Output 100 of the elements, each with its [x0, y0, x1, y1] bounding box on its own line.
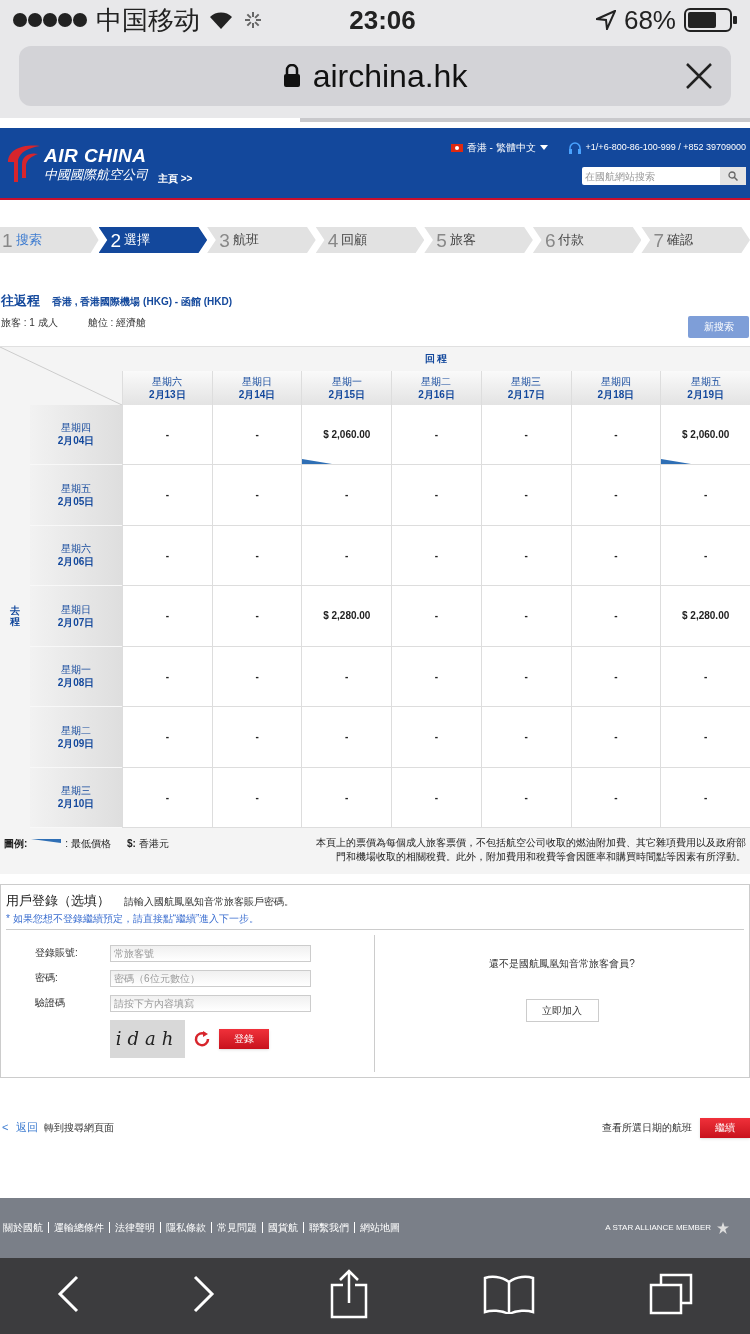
fare-cell[interactable]: -: [391, 465, 481, 526]
outbound-date-header: 星期日 2月07日: [30, 586, 122, 647]
fare-cell[interactable]: -: [301, 525, 392, 586]
footer-link[interactable]: 聯繫我們: [303, 1222, 349, 1233]
forward-icon[interactable]: [193, 1274, 215, 1313]
fare-cell[interactable]: -: [570, 525, 661, 586]
fare-cell[interactable]: -: [211, 586, 302, 647]
input-field[interactable]: 請按下方內容填寫: [110, 994, 311, 1012]
search-icon[interactable]: [728, 171, 738, 181]
fare-cell[interactable]: -: [391, 767, 481, 828]
close-icon[interactable]: [685, 62, 713, 90]
return-date-header: 星期二 2月16日: [391, 370, 481, 405]
fare-cell[interactable]: -: [391, 707, 481, 768]
login-button[interactable]: 登錄: [219, 1028, 269, 1049]
fare-cell[interactable]: -: [122, 465, 212, 526]
share-icon[interactable]: [329, 1268, 369, 1319]
continue-button[interactable]: 繼續: [700, 1117, 750, 1138]
fare-cell[interactable]: -: [301, 646, 392, 707]
login-hint: 請輸入國航鳳凰知音常旅客賬戶密碼。: [124, 895, 294, 909]
step-tab[interactable]: 3 航班: [207, 227, 316, 253]
step-tab[interactable]: 4 回顧: [315, 227, 425, 253]
back-icon[interactable]: [57, 1274, 79, 1313]
language-selector[interactable]: 香港 - 繁體中文: [450, 140, 548, 155]
footer-link[interactable]: 網站地圖: [354, 1222, 400, 1233]
fare-cell[interactable]: -: [211, 707, 302, 768]
fare-cell[interactable]: -: [391, 586, 481, 647]
fare-cell[interactable]: $ 2,280.00: [301, 586, 392, 647]
wifi-icon: [208, 10, 234, 30]
fare-cell[interactable]: -: [301, 465, 392, 526]
join-button[interactable]: 立即加入: [525, 998, 599, 1022]
fare-cell[interactable]: -: [570, 465, 661, 526]
footer-link[interactable]: 關於國航: [3, 1222, 43, 1233]
fare-cell[interactable]: -: [480, 586, 571, 647]
flag-icon: [450, 143, 463, 152]
fare-cell[interactable]: -: [480, 404, 571, 465]
fare-cell[interactable]: -: [660, 767, 750, 828]
clock-time: 23:06: [348, 3, 417, 37]
fare-cell[interactable]: -: [570, 586, 661, 647]
footer-link[interactable]: 國貨航: [262, 1222, 298, 1233]
fare-cell[interactable]: -: [480, 707, 571, 768]
outbound-date-header: 星期二 2月09日: [30, 707, 122, 768]
outbound-date-header: 星期三 2月10日: [30, 767, 122, 828]
fare-cell[interactable]: -: [301, 767, 392, 828]
step-tab[interactable]: 7 確認: [641, 227, 750, 253]
field-label: 驗證碼: [35, 995, 66, 1010]
outbound-date-header: 星期六 2月06日: [30, 525, 122, 586]
refresh-icon[interactable]: [193, 1029, 211, 1048]
fare-cell[interactable]: -: [211, 767, 302, 828]
fare-cell[interactable]: -: [570, 707, 661, 768]
fare-cell[interactable]: -: [480, 767, 571, 828]
bookmarks-icon[interactable]: [483, 1273, 535, 1314]
footer-link[interactable]: 法律聲明: [109, 1222, 155, 1233]
outbound-date-header: 星期五 2月05日: [30, 465, 122, 526]
fare-cell[interactable]: -: [122, 767, 212, 828]
fare-cell[interactable]: -: [570, 767, 661, 828]
passengers-text: 旅客 : 1 成人: [1, 315, 58, 330]
fare-cell[interactable]: -: [480, 646, 571, 707]
fare-cell[interactable]: -: [301, 707, 392, 768]
loading-icon: [242, 9, 264, 31]
search-button[interactable]: [720, 167, 746, 185]
tabs-icon[interactable]: [649, 1272, 693, 1315]
captcha-image: idah: [110, 1019, 185, 1058]
fare-cell[interactable]: -: [660, 646, 750, 707]
site-search-field[interactable]: 在國航網站搜索: [582, 167, 720, 185]
fare-cell[interactable]: -: [391, 525, 481, 586]
fare-cell[interactable]: -: [122, 707, 212, 768]
fare-cell[interactable]: -: [122, 404, 212, 465]
fare-cell[interactable]: -: [570, 404, 661, 465]
location-arrow-icon: [595, 10, 616, 30]
fare-cell[interactable]: -: [391, 646, 481, 707]
input-field[interactable]: 密碼（6位元數位）: [110, 969, 311, 987]
fare-cell[interactable]: -: [480, 525, 571, 586]
fare-cell[interactable]: -: [122, 646, 212, 707]
fare-cell[interactable]: $ 2,060.00: [660, 404, 750, 465]
footer-link[interactable]: 隱私條款: [160, 1222, 206, 1233]
fare-cell[interactable]: -: [211, 646, 302, 707]
fare-cell[interactable]: -: [480, 465, 571, 526]
fare-cell[interactable]: -: [660, 525, 750, 586]
fare-cell[interactable]: -: [211, 465, 302, 526]
fare-cell[interactable]: -: [660, 707, 750, 768]
footer-link[interactable]: 常見問題: [211, 1222, 257, 1233]
fare-cell[interactable]: -: [660, 465, 750, 526]
fare-cell[interactable]: $ 2,060.00: [301, 404, 392, 465]
step-tab[interactable]: 2 選擇: [98, 227, 208, 253]
address-bar[interactable]: airchina.hk: [19, 46, 731, 106]
fare-cell[interactable]: -: [211, 404, 302, 465]
back-link[interactable]: < 返回: [2, 1119, 39, 1136]
fare-cell[interactable]: $ 2,280.00: [660, 586, 750, 647]
input-field[interactable]: 常旅客號: [110, 944, 311, 962]
fare-cell[interactable]: -: [570, 646, 661, 707]
return-date-header: 星期三 2月17日: [480, 370, 571, 405]
footer-link[interactable]: 運輸總條件: [48, 1222, 104, 1233]
fare-cell[interactable]: -: [391, 404, 481, 465]
fare-cell[interactable]: -: [122, 586, 212, 647]
corner-diagonal-icon: [0, 346, 122, 405]
fare-cell[interactable]: -: [211, 525, 302, 586]
step-tab[interactable]: 6 付款: [532, 227, 642, 253]
home-link[interactable]: 主頁 >>: [158, 171, 193, 186]
step-tab[interactable]: 5 旅客: [424, 227, 533, 253]
fare-cell[interactable]: -: [122, 525, 212, 586]
